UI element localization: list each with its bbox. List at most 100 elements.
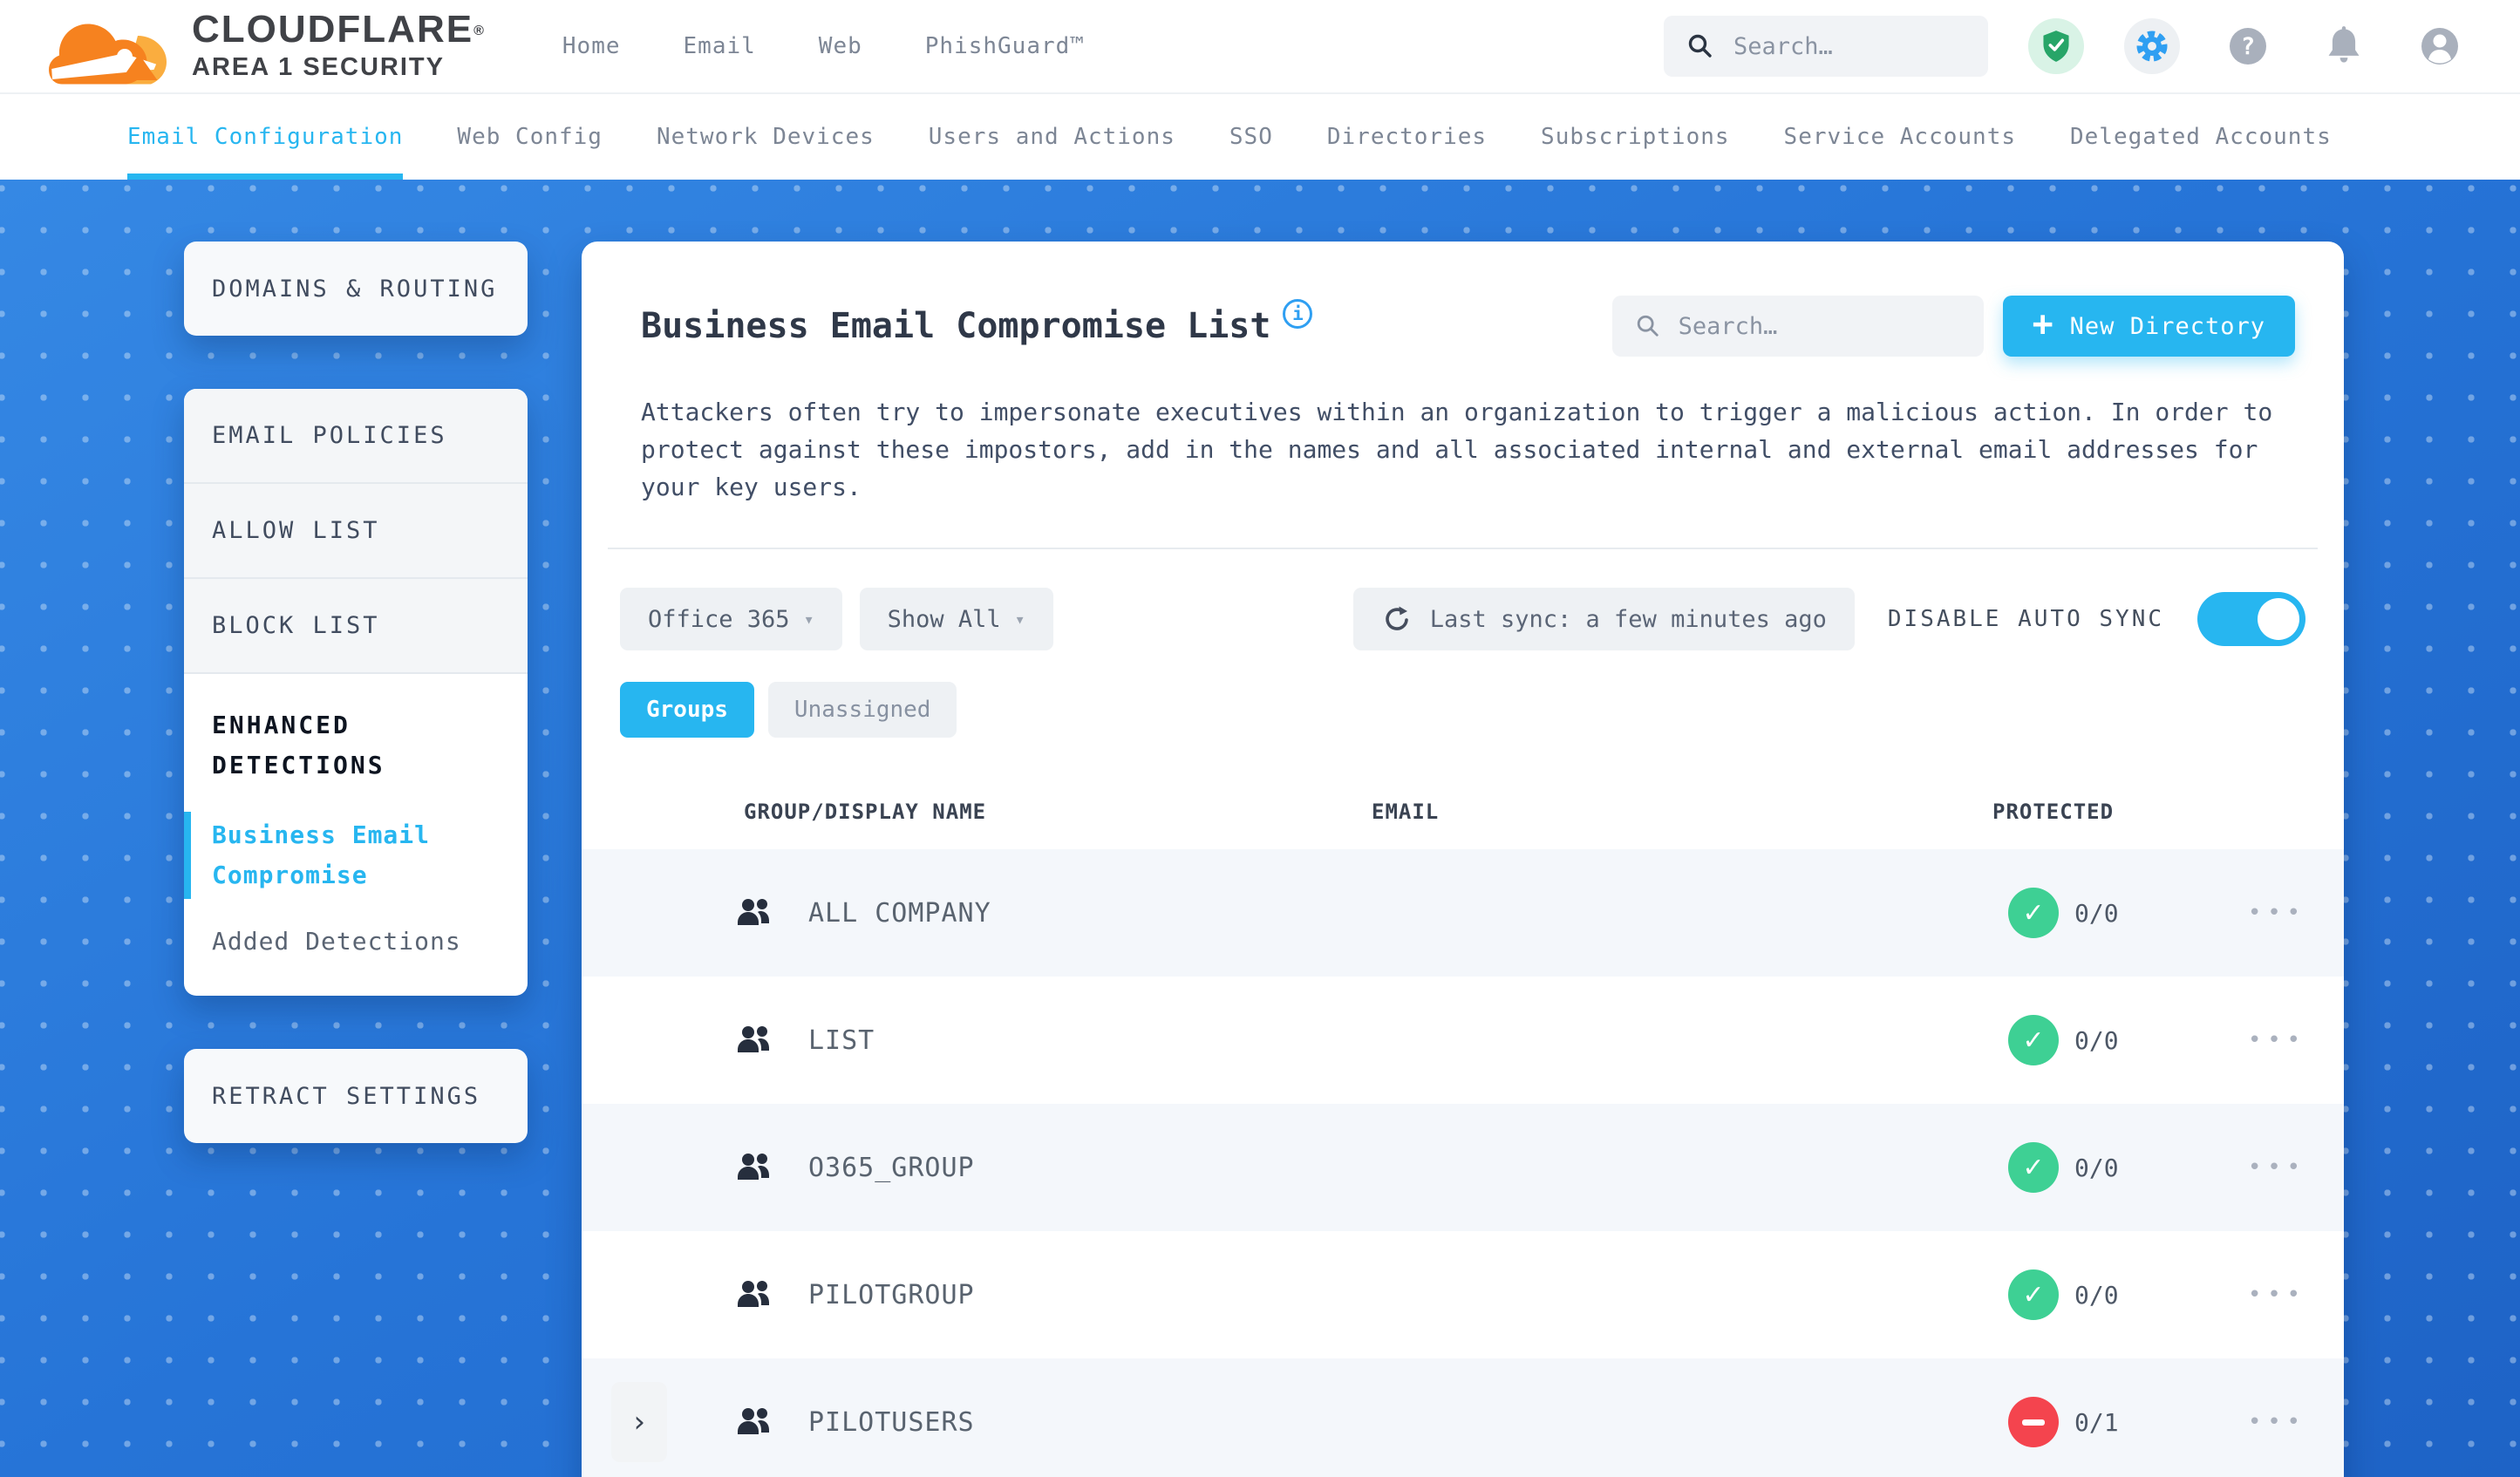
nav-phishguard[interactable]: PhishGuard™: [925, 33, 1085, 59]
row-menu-icon[interactable]: •••: [2248, 1282, 2306, 1308]
row-menu-icon[interactable]: •••: [2248, 1409, 2306, 1435]
tab-sso[interactable]: SSO: [1229, 94, 1273, 180]
group-icon: [738, 1408, 769, 1434]
protected-cell: ✓ 0/0: [1984, 888, 2210, 938]
registered-mark: ®: [473, 24, 486, 38]
last-sync-button[interactable]: Last sync: a few minutes ago: [1352, 588, 1855, 650]
sidebar-item-allow-list[interactable]: ALLOW LIST: [184, 484, 528, 579]
svg-text:?: ?: [2241, 33, 2255, 60]
tab-groups[interactable]: Groups: [620, 682, 754, 738]
column-header-email: EMAIL: [1372, 800, 1440, 824]
sidebar-item-retract-settings[interactable]: RETRACT SETTINGS: [184, 1049, 528, 1143]
group-name: PILOTGROUP: [808, 1279, 975, 1310]
chevron-down-icon: ▾: [1014, 609, 1025, 630]
protected-count: 0/0: [2074, 1153, 2119, 1182]
group-name: O365_GROUP: [808, 1152, 975, 1183]
tab-directories[interactable]: Directories: [1327, 94, 1487, 180]
protected-check-icon: ✓: [2008, 1142, 2059, 1193]
nav-web[interactable]: Web: [819, 33, 862, 59]
top-right-controls: ?: [1664, 16, 2468, 77]
shield-check-icon: [2043, 31, 2069, 62]
cloudflare-logo[interactable]: CLOUDFLARE ® AREA 1 SECURITY: [49, 4, 486, 88]
chevron-down-icon: ▾: [803, 609, 814, 630]
tab-network-devices[interactable]: Network Devices: [657, 94, 875, 180]
panel-header: Business Email Compromise List i + New D…: [582, 242, 2344, 357]
list-search-input[interactable]: [1678, 312, 1961, 340]
row-menu-icon[interactable]: •••: [2248, 1154, 2306, 1181]
group-name: LIST: [808, 1024, 875, 1056]
expand-row-button[interactable]: ›: [611, 1382, 667, 1462]
tab-email-configuration[interactable]: Email Configuration: [127, 94, 404, 180]
protected-count: 0/0: [2074, 1280, 2119, 1310]
sidebar-group-email: EMAIL POLICIES ALLOW LIST BLOCK LIST ENH…: [184, 389, 528, 996]
group-icon: [738, 1281, 769, 1307]
settings-button[interactable]: [2124, 18, 2180, 74]
sidebar-item-block-list[interactable]: BLOCK LIST: [184, 579, 528, 674]
list-controls: Office 365 ▾ Show All ▾ Last sync: a few…: [620, 588, 2305, 650]
bell-icon: [2328, 26, 2360, 63]
cloudflare-cloud-icon: [49, 24, 167, 85]
disable-auto-sync-label: DISABLE AUTO SYNC: [1887, 606, 2164, 632]
sidebar-item-domains-routing[interactable]: DOMAINS & ROUTING: [184, 242, 528, 336]
tab-delegated-accounts[interactable]: Delegated Accounts: [2070, 94, 2332, 180]
tab-users-and-actions[interactable]: Users and Actions: [929, 94, 1175, 180]
row-menu-icon[interactable]: •••: [2248, 900, 2306, 926]
help-button[interactable]: ?: [2220, 18, 2276, 74]
tab-web-config[interactable]: Web Config: [457, 94, 603, 180]
group-icon: [738, 1026, 769, 1052]
table-header-row: GROUP/DISPLAY NAME EMAIL PROTECTED: [582, 774, 2344, 849]
sidebar-label: ENHANCED DETECTIONS: [212, 711, 385, 779]
new-directory-label: New Directory: [2069, 312, 2265, 340]
protected-check-icon: ✓: [2008, 888, 2059, 938]
scope-filter-dropdown[interactable]: Show All ▾: [859, 588, 1053, 650]
sidebar-label: DOMAINS & ROUTING: [212, 275, 498, 303]
protected-cell: 0/1: [1984, 1397, 2210, 1447]
sidebar-item-added-detections[interactable]: Added Detections: [212, 927, 500, 956]
auto-sync-toggle[interactable]: [2197, 592, 2305, 646]
global-search-input[interactable]: [1733, 32, 1965, 60]
brand-text: CLOUDFLARE ® AREA 1 SECURITY: [192, 10, 486, 83]
sidebar-label: Business Email Compromise: [212, 820, 431, 889]
nav-home[interactable]: Home: [562, 33, 621, 59]
help-icon: ?: [2230, 28, 2266, 65]
user-icon: [2421, 28, 2458, 65]
table-row: PILOTGROUP ✓ 0/0 •••: [582, 1231, 2344, 1358]
sidebar-label: Added Detections: [212, 927, 461, 956]
info-icon[interactable]: i: [1283, 299, 1313, 329]
protected-cell: ✓ 0/0: [1984, 1015, 2210, 1065]
global-search[interactable]: [1664, 16, 1988, 77]
minus-icon: [2022, 1419, 2045, 1426]
sidebar-label: ALLOW LIST: [212, 517, 380, 544]
account-button[interactable]: [2412, 18, 2468, 74]
list-search[interactable]: [1611, 296, 1984, 357]
chevron-right-icon: ›: [630, 1405, 649, 1440]
security-status-button[interactable]: [2028, 18, 2084, 74]
table-row: LIST ✓ 0/0 •••: [582, 977, 2344, 1104]
sidebar-item-business-email-compromise[interactable]: Business Email Compromise: [184, 812, 528, 899]
gear-icon: [2136, 31, 2168, 62]
page-title: Business Email Compromise List: [641, 306, 1271, 346]
section-nav: Email Configuration Web Config Network D…: [0, 94, 2520, 180]
protected-count: 0/1: [2074, 1407, 2119, 1437]
directory-filter-dropdown[interactable]: Office 365 ▾: [620, 588, 842, 650]
sidebar-item-enhanced-detections[interactable]: ENHANCED DETECTIONS: [184, 674, 528, 786]
settings-sidebar: DOMAINS & ROUTING EMAIL POLICIES ALLOW L…: [184, 242, 528, 1477]
nav-email[interactable]: Email: [684, 33, 756, 59]
sidebar-item-email-policies[interactable]: EMAIL POLICIES: [184, 389, 528, 484]
top-app-bar: CLOUDFLARE ® AREA 1 SECURITY Home Email W…: [0, 0, 2520, 94]
group-icon: [738, 1154, 769, 1180]
protected-check-icon: ✓: [2008, 1269, 2059, 1320]
protected-count: 0/0: [2074, 898, 2119, 928]
groups-table: GROUP/DISPLAY NAME EMAIL PROTECTED ALL C…: [582, 774, 2344, 1477]
row-menu-icon[interactable]: •••: [2248, 1027, 2306, 1053]
new-directory-button[interactable]: + New Directory: [2002, 296, 2295, 357]
protected-cell: ✓ 0/0: [1984, 1269, 2210, 1320]
plus-icon: +: [2032, 304, 2054, 344]
notifications-button[interactable]: [2316, 18, 2372, 74]
table-row: O365_GROUP ✓ 0/0 •••: [582, 1104, 2344, 1231]
table-row: › PILOTUSERS 0/1 •••: [582, 1358, 2344, 1477]
page-description: Attackers often try to impersonate execu…: [641, 398, 2273, 501]
tab-service-accounts[interactable]: Service Accounts: [1784, 94, 2016, 180]
tab-subscriptions[interactable]: Subscriptions: [1541, 94, 1730, 180]
tab-unassigned[interactable]: Unassigned: [767, 682, 957, 738]
